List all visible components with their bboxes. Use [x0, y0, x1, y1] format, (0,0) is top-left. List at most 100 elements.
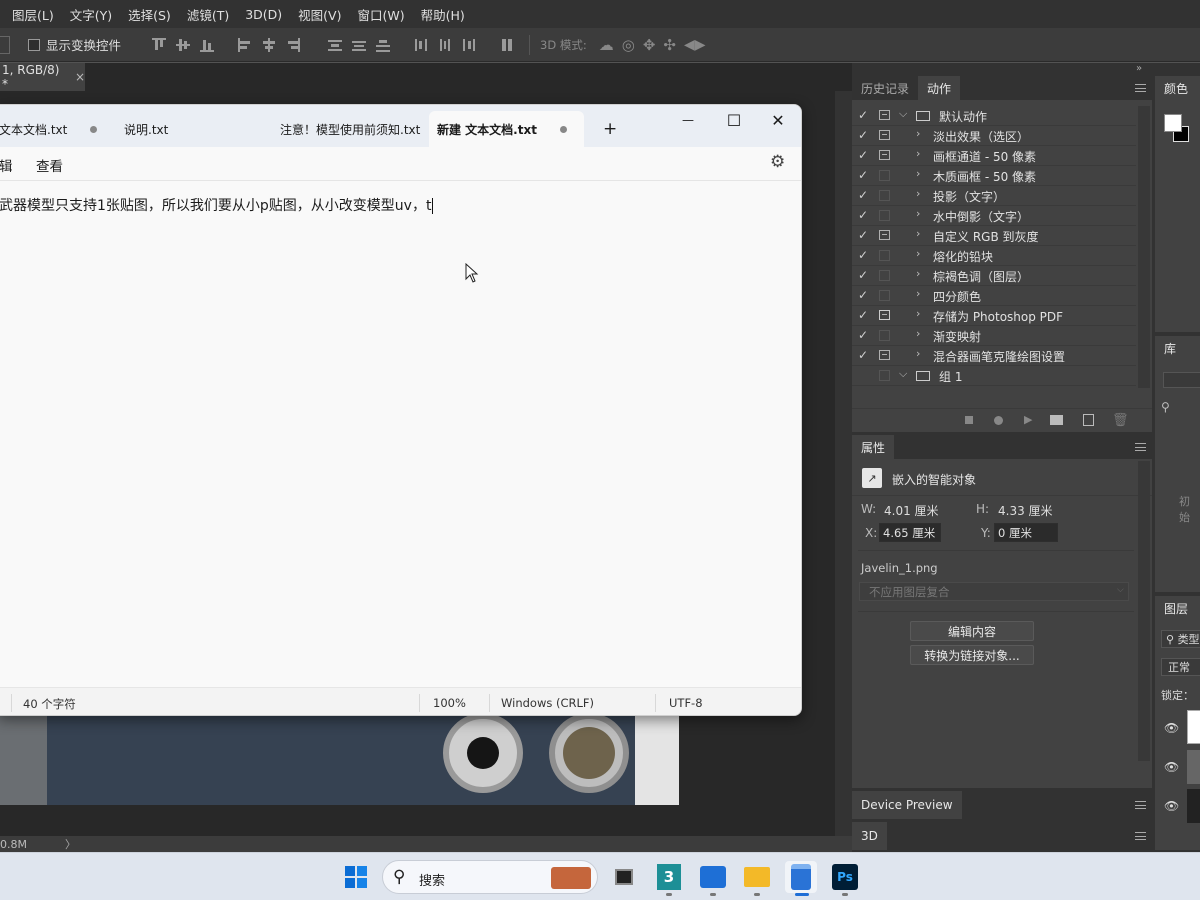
- distribute-vcenter-icon[interactable]: [352, 38, 367, 52]
- document-tab[interactable]: 1, RGB/8) * ×: [0, 63, 85, 91]
- stop-icon[interactable]: [965, 416, 973, 424]
- chevron-right-icon[interactable]: ›: [916, 207, 920, 220]
- settings-gear-icon[interactable]: ⚙: [770, 152, 785, 172]
- align-top-icon[interactable]: [152, 37, 167, 52]
- align-bottom-icon[interactable]: [200, 38, 215, 52]
- h-value[interactable]: 4.33 厘米: [998, 502, 1053, 519]
- distribute-left-icon[interactable]: [414, 38, 428, 52]
- w-value[interactable]: 4.01 厘米: [884, 502, 939, 519]
- toggle-check-icon[interactable]: ✓: [858, 248, 872, 262]
- chevron-right-icon[interactable]: ›: [916, 267, 920, 280]
- scale-3d-icon[interactable]: ◀▶: [684, 37, 706, 53]
- toggle-check-icon[interactable]: ✓: [858, 168, 872, 182]
- menu-filter[interactable]: 滤镜(T): [179, 5, 237, 24]
- search-icon[interactable]: ⚲: [1161, 400, 1170, 414]
- chevron-right-icon[interactable]: ›: [916, 347, 920, 360]
- chevron-right-icon[interactable]: ›: [916, 247, 920, 260]
- dialog-toggle-icon[interactable]: [879, 210, 890, 221]
- maximize-button[interactable]: ☐: [711, 105, 757, 135]
- taskbar-3dsmax-button[interactable]: 3: [653, 861, 685, 893]
- toggle-check-icon[interactable]: ✓: [858, 268, 872, 282]
- action-row[interactable]: ✓ › 木质画框 - 50 像素: [852, 166, 1136, 186]
- slide-3d-icon[interactable]: ✣: [663, 36, 676, 54]
- dialog-toggle-icon[interactable]: [879, 250, 890, 261]
- chevron-right-icon[interactable]: ›: [916, 307, 920, 320]
- convert-to-linked-button[interactable]: 转换为链接对象...: [910, 645, 1034, 665]
- panel-menu-icon[interactable]: [1135, 443, 1146, 451]
- library-dropdown[interactable]: [1163, 372, 1200, 388]
- visibility-eye-icon[interactable]: 👁: [1164, 799, 1179, 813]
- dock-collapse-icon[interactable]: »: [1136, 63, 1142, 74]
- taskbar-search-box[interactable]: ⚲ 搜索: [382, 860, 598, 894]
- chevron-right-icon[interactable]: ›: [916, 167, 920, 180]
- minimize-button[interactable]: —: [665, 105, 711, 135]
- dialog-toggle-icon[interactable]: [879, 130, 890, 140]
- menu-select[interactable]: 选择(S): [120, 5, 179, 24]
- distribute-hcenter-icon[interactable]: [438, 38, 452, 52]
- toggle-check-icon[interactable]: ✓: [858, 188, 872, 202]
- action-row[interactable]: ✓ › 存储为 Photoshop PDF: [852, 306, 1136, 326]
- tab-history[interactable]: 历史记录: [852, 76, 918, 100]
- toggle-check-icon[interactable]: ✓: [858, 288, 872, 302]
- menu-edit[interactable]: 辑: [0, 155, 13, 175]
- layer-thumbnail[interactable]: [1187, 750, 1200, 784]
- menu-view[interactable]: 查看: [36, 155, 63, 175]
- action-row[interactable]: ⌵ 组 1: [852, 366, 1136, 386]
- layer-thumbnail[interactable]: [1187, 789, 1200, 823]
- x-input[interactable]: 4.65 厘米: [879, 523, 941, 542]
- blend-mode-select[interactable]: 正常: [1161, 658, 1200, 676]
- zoom-level[interactable]: 100%: [433, 696, 466, 710]
- menu-type[interactable]: 文字(Y): [62, 5, 120, 24]
- task-view-button[interactable]: [608, 861, 640, 893]
- line-ending[interactable]: Windows (CRLF): [501, 696, 594, 710]
- tool-preset-dropdown[interactable]: [0, 35, 10, 54]
- layer-comp-select[interactable]: 不应用图层复合: [859, 582, 1129, 601]
- align-right-icon[interactable]: [286, 37, 301, 52]
- y-input[interactable]: 0 厘米: [994, 523, 1058, 542]
- menu-window[interactable]: 窗口(W): [349, 5, 412, 24]
- taskbar-screenrecorder-button[interactable]: [697, 861, 729, 893]
- roll-3d-icon[interactable]: ◎: [622, 36, 635, 54]
- layer-filter[interactable]: ⚲ 类型: [1161, 630, 1200, 648]
- chevron-right-icon[interactable]: ›: [916, 227, 920, 240]
- dialog-toggle-icon[interactable]: [879, 290, 890, 301]
- notepad-text-area[interactable]: 武器模型只支持1张贴图，所以我们要从小p贴图，从小改变模型uv，t: [0, 195, 434, 215]
- encoding[interactable]: UTF-8: [669, 696, 703, 710]
- show-transform-checkbox[interactable]: [28, 38, 40, 51]
- play-icon[interactable]: ▶: [1024, 413, 1032, 426]
- canvas-scrollbar[interactable]: [835, 91, 852, 836]
- new-action-icon[interactable]: [1083, 414, 1094, 426]
- action-row[interactable]: ✓ › 自定义 RGB 到灰度: [852, 226, 1136, 246]
- taskbar-notepad-button[interactable]: [785, 861, 817, 893]
- toggle-check-icon[interactable]: ✓: [858, 128, 872, 142]
- chevron-right-icon[interactable]: ›: [916, 147, 920, 160]
- panel-menu-icon[interactable]: [1135, 84, 1146, 92]
- action-row[interactable]: ✓ › 四分颜色: [852, 286, 1136, 306]
- toggle-check-icon[interactable]: ✓: [858, 328, 872, 342]
- tab-properties[interactable]: 属性: [852, 435, 895, 459]
- taskbar-explorer-button[interactable]: [741, 861, 773, 893]
- toggle-check-icon[interactable]: ✓: [858, 348, 872, 362]
- status-arrow-icon[interactable]: 〉: [65, 836, 76, 852]
- new-set-folder-icon[interactable]: [1050, 415, 1063, 425]
- dialog-toggle-icon[interactable]: [879, 170, 890, 181]
- menu-view[interactable]: 视图(V): [290, 5, 349, 24]
- visibility-eye-icon[interactable]: 👁: [1164, 721, 1179, 735]
- dialog-toggle-icon[interactable]: [879, 310, 890, 320]
- dialog-toggle-icon[interactable]: [879, 370, 890, 381]
- dialog-toggle-icon[interactable]: [879, 330, 890, 341]
- chevron-right-icon[interactable]: ›: [916, 127, 920, 140]
- toggle-check-icon[interactable]: ✓: [858, 208, 872, 222]
- pan-3d-icon[interactable]: ✥: [643, 36, 656, 54]
- dialog-toggle-icon[interactable]: [879, 350, 890, 360]
- tab-device-preview[interactable]: Device Preview: [852, 791, 962, 819]
- properties-scrollbar[interactable]: [1138, 461, 1150, 761]
- dialog-toggle-icon[interactable]: [879, 270, 890, 281]
- distribute-right-icon[interactable]: [462, 38, 476, 52]
- action-row[interactable]: ✓ › 画框通道 - 50 像素: [852, 146, 1136, 166]
- layer-thumbnail[interactable]: [1187, 710, 1200, 744]
- chevron-right-icon[interactable]: ›: [916, 287, 920, 300]
- edit-contents-button[interactable]: 编辑内容: [910, 621, 1034, 641]
- align-left-icon[interactable]: [238, 37, 252, 52]
- tab-3d[interactable]: 3D: [852, 822, 887, 850]
